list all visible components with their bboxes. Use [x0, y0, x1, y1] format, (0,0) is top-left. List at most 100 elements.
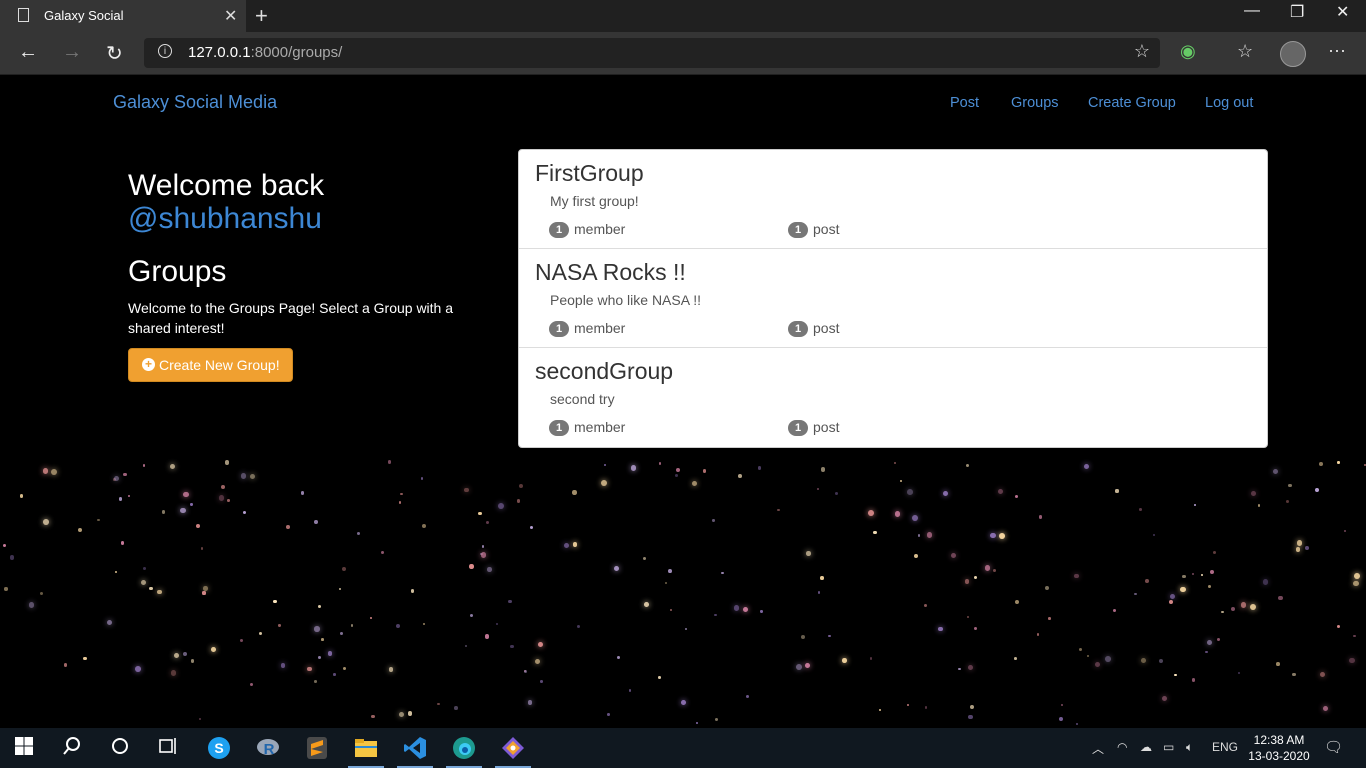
volume-icon[interactable]: 🔈︎ [1186, 740, 1193, 755]
star-particle [1216, 638, 1221, 642]
group-item[interactable]: FirstGroup My first group! 1 member 1 po… [519, 150, 1267, 249]
svg-text:S: S [214, 740, 223, 756]
member-count-badge: 1 [549, 420, 569, 436]
sublime-text-icon[interactable] [305, 736, 329, 760]
username-link[interactable]: @shubhanshu [128, 202, 322, 236]
star-particle [530, 526, 534, 530]
r-app-icon[interactable]: R [256, 736, 280, 760]
clock[interactable]: 12:38 AM 13-03-2020 [1248, 732, 1310, 764]
star-particle [1015, 599, 1020, 604]
nav-link-groups[interactable]: Groups [1011, 95, 1059, 111]
address-bar[interactable]: i 127.0.0.1:8000/groups/ ☆ [144, 38, 1160, 68]
forward-icon[interactable]: → [62, 41, 82, 64]
group-item[interactable]: secondGroup second try 1 member 1 post [519, 348, 1267, 447]
nav-link-post[interactable]: Post [950, 95, 979, 111]
task-view-icon[interactable] [158, 736, 182, 760]
cortana-icon[interactable] [110, 736, 134, 760]
window-close-icon[interactable]: ✕ [1336, 2, 1349, 22]
star-particle [381, 551, 385, 555]
star-particle [917, 534, 921, 538]
vscode-icon[interactable] [403, 736, 427, 760]
group-name[interactable]: FirstGroup [535, 160, 644, 187]
brand-link[interactable]: Galaxy Social Media [113, 92, 277, 113]
search-icon[interactable] [62, 736, 86, 760]
star-particle [148, 586, 153, 591]
windows-start-icon[interactable] [14, 736, 38, 760]
refresh-icon[interactable]: ↻ [106, 41, 123, 66]
star-particle [227, 499, 230, 502]
minimize-icon[interactable]: — [1244, 2, 1260, 20]
star-particle [210, 647, 216, 653]
git-app-icon[interactable] [501, 736, 525, 760]
star-particle [1207, 640, 1213, 645]
create-new-group-button[interactable]: + Create New Group! [128, 348, 293, 382]
star-particle [1250, 491, 1256, 496]
network-icon[interactable]: ◠ [1117, 740, 1127, 754]
notifications-icon[interactable]: 🗨︎ [1324, 738, 1343, 756]
site-info-icon[interactable]: i [158, 44, 172, 58]
favorites-icon[interactable]: ☆ [1237, 41, 1253, 62]
group-item[interactable]: NASA Rocks !! People who like NASA !! 1 … [519, 249, 1267, 348]
language-indicator[interactable]: ENG [1212, 740, 1238, 754]
group-name[interactable]: secondGroup [535, 358, 673, 385]
star-particle [1205, 651, 1208, 654]
star-particle [684, 627, 688, 631]
star-particle [1296, 540, 1303, 546]
extension-icon[interactable]: ◉ [1180, 41, 1196, 62]
clock-time: 12:38 AM [1253, 733, 1305, 747]
skype-icon[interactable]: S [207, 736, 231, 760]
star-particle [1079, 647, 1083, 651]
star-particle [357, 531, 361, 535]
group-description: second try [550, 391, 615, 407]
star-particle [82, 656, 87, 661]
taskbar: S R ︿ ◠ ☁ ▭ 🔈︎ ENG 12:38 AM 13-03-2020 🗨… [0, 728, 1366, 768]
star-particle [721, 571, 724, 575]
star-particle [51, 469, 58, 476]
star-particle [469, 564, 474, 569]
star-particle [509, 644, 514, 649]
show-hidden-icons-icon[interactable]: ︿ [1092, 740, 1104, 757]
battery-icon[interactable]: ▭ [1163, 740, 1174, 754]
file-explorer-icon[interactable] [354, 736, 378, 760]
browser-tab[interactable]: Galaxy Social ✕ [0, 0, 246, 32]
star-particle [400, 492, 403, 496]
star-particle [183, 651, 188, 657]
star-particle [180, 507, 186, 514]
favorite-star-icon[interactable]: ☆ [1134, 41, 1150, 62]
back-icon[interactable]: ← [18, 41, 38, 64]
star-particle [534, 658, 540, 665]
more-menu-icon[interactable]: ⋯ [1328, 41, 1346, 62]
star-particle [327, 651, 333, 656]
star-particle [395, 624, 401, 629]
star-particle [1036, 632, 1040, 636]
star-particle [300, 491, 304, 495]
star-particle [1319, 462, 1323, 466]
star-particle [675, 467, 681, 473]
star-particle [899, 479, 902, 482]
close-tab-icon[interactable]: ✕ [224, 6, 237, 26]
star-particle [1285, 499, 1289, 504]
nav-link-create-group[interactable]: Create Group [1088, 95, 1176, 111]
nav-link-logout[interactable]: Log out [1205, 95, 1253, 111]
page-icon [18, 8, 29, 22]
star-particle [631, 465, 637, 471]
star-particle [1038, 515, 1042, 519]
star-particle [537, 641, 543, 647]
star-particle [321, 638, 324, 641]
profile-avatar[interactable] [1280, 41, 1306, 67]
group-name[interactable]: NASA Rocks !! [535, 259, 686, 286]
edge-browser-icon[interactable] [452, 736, 476, 760]
onedrive-icon[interactable]: ☁ [1140, 740, 1152, 754]
star-particle [200, 547, 204, 550]
star-particle [342, 566, 347, 571]
star-particle [195, 524, 200, 529]
star-particle [1161, 695, 1167, 701]
star-particle [801, 635, 806, 640]
star-particle [314, 626, 320, 632]
star-particle [1139, 508, 1143, 511]
restore-icon[interactable]: ❐ [1290, 2, 1304, 22]
star-particle [42, 468, 49, 474]
star-particle [1191, 678, 1196, 682]
new-tab-icon[interactable]: + [255, 3, 268, 29]
star-particle [481, 545, 485, 548]
